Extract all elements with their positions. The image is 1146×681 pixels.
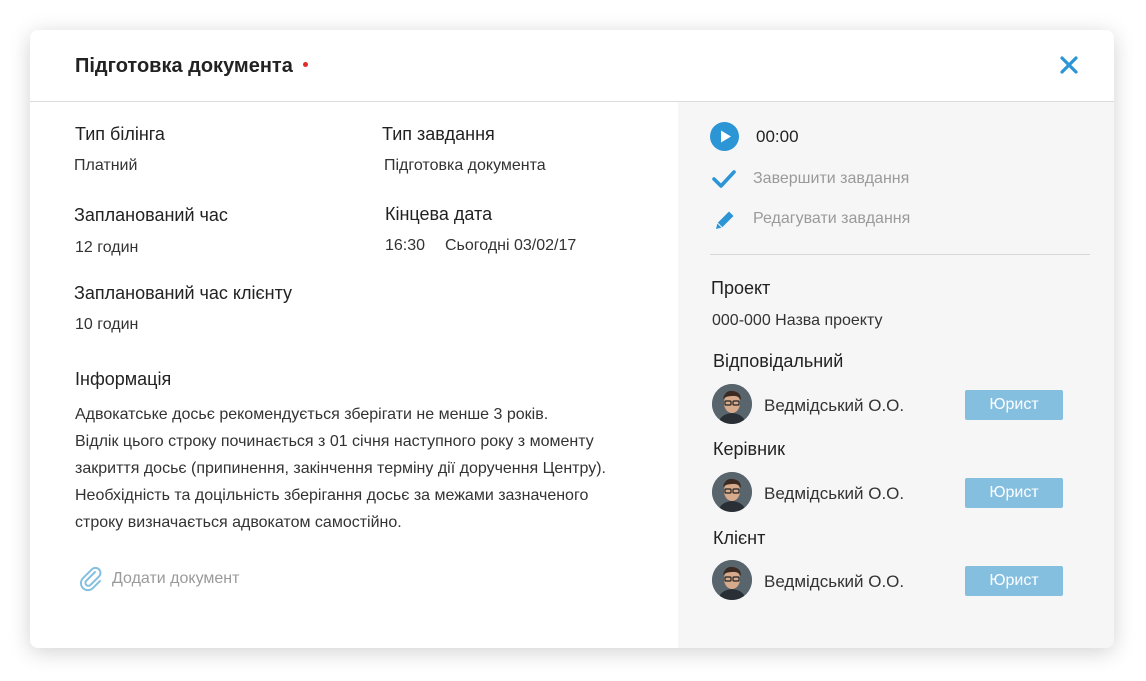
billing-type-label: Тип білінга <box>75 124 165 144</box>
client-planned-time-value: 10 годин <box>75 316 139 333</box>
task-type-label: Тип завдання <box>382 124 495 144</box>
responsible-label: Відповідальний <box>713 351 844 371</box>
deadline-time: 16:30 <box>385 237 426 254</box>
play-icon[interactable] <box>710 122 739 151</box>
add-document-button[interactable]: Додати документ <box>78 566 239 592</box>
client-role-badge[interactable]: Юрист <box>965 566 1063 596</box>
avatar <box>712 472 752 512</box>
complete-task-label: Завершити завдання <box>753 170 910 187</box>
sidebar-divider <box>710 254 1090 255</box>
timer-control[interactable]: 00:00 <box>710 122 799 151</box>
avatar <box>712 560 752 600</box>
pencil-icon <box>716 211 734 229</box>
info-label: Інформація <box>75 369 172 389</box>
planned-time-label: Запланований час <box>74 205 228 225</box>
modal-title: Підготовка документа <box>75 55 308 78</box>
manager-label: Керівник <box>713 439 785 459</box>
task-modal: Підготовка документа Тип білінга Платний… <box>30 30 1114 648</box>
avatar-image <box>712 560 752 600</box>
project-value: 000-000 Назва проекту <box>712 312 883 329</box>
add-document-label: Додати документ <box>112 570 240 587</box>
edit-task-button[interactable]: Редагувати завдання <box>710 206 910 232</box>
task-sidebar: 00:00 Завершити завдання Редагувати завд… <box>678 102 1114 648</box>
manager-name: Ведмідський О.О. <box>764 484 905 503</box>
timer-value: 00:00 <box>756 126 799 146</box>
close-icon <box>1060 56 1078 74</box>
edit-task-label: Редагувати завдання <box>753 210 911 227</box>
task-details-panel: Тип білінга Платний Тип завдання Підгото… <box>30 102 678 648</box>
client-planned-time-label: Запланований час клієнту <box>74 283 293 303</box>
complete-task-button[interactable]: Завершити завдання <box>710 167 909 191</box>
modal-header: Підготовка документа <box>30 30 1114 102</box>
planned-time-value: 12 годин <box>75 239 139 256</box>
responsible-role-badge[interactable]: Юрист <box>965 390 1063 420</box>
deadline-date: Сьогодні 03/02/17 <box>445 237 577 254</box>
deadline-label: Кінцева дата <box>385 204 493 224</box>
info-text: Адвокатське досьє рекомендується зберіга… <box>75 406 606 531</box>
check-icon <box>712 170 736 188</box>
client-name: Ведмідський О.О. <box>764 572 905 591</box>
project-label: Проект <box>711 278 771 298</box>
task-type-value: Підготовка документа <box>384 157 546 174</box>
client-label: Клієнт <box>713 528 766 548</box>
manager-role-badge[interactable]: Юрист <box>965 478 1063 508</box>
billing-type-value: Платний <box>74 157 138 174</box>
required-dot-icon <box>302 62 308 68</box>
paperclip-icon <box>80 566 102 592</box>
close-button[interactable] <box>1058 54 1080 76</box>
avatar-image <box>712 384 752 424</box>
avatar <box>712 384 752 424</box>
avatar-image <box>712 472 752 512</box>
responsible-name: Ведмідський О.О. <box>764 396 905 415</box>
